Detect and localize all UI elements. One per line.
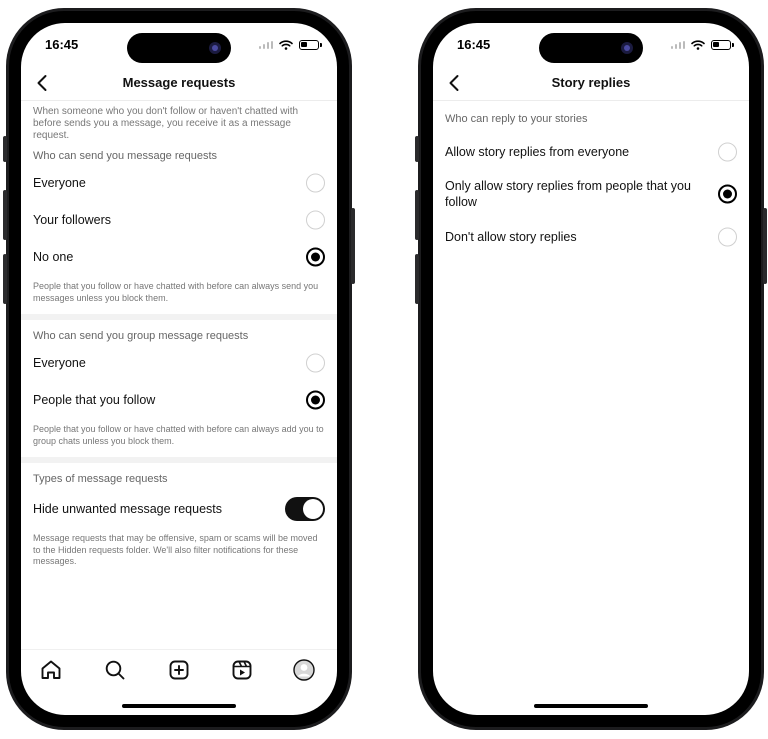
radio-button-selected[interactable] (306, 247, 325, 266)
option-label: Everyone (33, 175, 86, 190)
option-label: No one (33, 249, 74, 264)
option-your-followers[interactable]: Your followers (21, 201, 337, 238)
section-header-types: Types of message requests (33, 473, 168, 485)
nav-header: Story replies (433, 67, 749, 101)
section-header-story-replies: Who can reply to your stories (445, 113, 588, 125)
hide-unwanted-toggle[interactable] (285, 497, 325, 521)
toggle-knob (303, 499, 323, 519)
footnote-group-requests: People that you follow or have chatted w… (33, 424, 324, 446)
power-button (763, 208, 767, 284)
toggle-label: Hide unwanted message requests (33, 502, 223, 516)
story-replies-settings: Who can reply to your stories Allow stor… (433, 101, 749, 255)
option-everyone[interactable]: Everyone (21, 164, 337, 201)
nav-header: Message requests (21, 67, 337, 101)
camera-icon (621, 42, 633, 54)
option-label: Everyone (33, 355, 86, 370)
action-button (415, 136, 419, 162)
section-header-group-requests: Who can send you group message requests (33, 330, 249, 342)
radio-button-selected[interactable] (718, 184, 737, 204)
signal-icon (671, 41, 685, 49)
option-no-replies[interactable]: Don't allow story replies (433, 218, 749, 255)
phone-story-replies: 16:45 Story replies Who can reply to you… (415, 8, 767, 730)
dynamic-island (127, 33, 231, 63)
page-title: Message requests (122, 75, 236, 90)
volume-down-button (415, 254, 419, 304)
option-replies-people-you-follow[interactable]: Only allow story replies from people tha… (433, 170, 749, 218)
option-group-everyone[interactable]: Everyone (21, 344, 337, 381)
status-time: 16:45 (45, 37, 79, 52)
option-label: People that you follow (33, 392, 156, 407)
action-button (3, 136, 7, 162)
radio-button-selected[interactable] (306, 390, 325, 409)
option-label: Don't allow story replies (445, 229, 577, 244)
create-icon[interactable] (167, 658, 191, 682)
radio-button[interactable] (718, 142, 737, 161)
power-button (351, 208, 355, 284)
volume-down-button (3, 254, 7, 304)
option-replies-everyone[interactable]: Allow story replies from everyone (433, 133, 749, 170)
home-icon[interactable] (39, 658, 63, 682)
camera-icon (209, 42, 221, 54)
option-label: Only allow story replies from people tha… (445, 179, 691, 209)
status-bar: 16:45 (21, 23, 337, 67)
volume-up-button (415, 190, 419, 240)
radio-button[interactable] (306, 210, 325, 229)
status-icons (671, 40, 734, 50)
signal-icon (259, 41, 273, 49)
battery-icon (711, 40, 734, 50)
radio-button[interactable] (718, 227, 737, 246)
option-label: Your followers (33, 212, 112, 227)
battery-icon (299, 40, 322, 50)
dynamic-island (539, 33, 643, 63)
status-icons (259, 40, 322, 50)
option-label: Allow story replies from everyone (445, 144, 630, 159)
status-bar: 16:45 (433, 23, 749, 67)
profile-icon[interactable] (292, 658, 316, 682)
footnote-types: Message requests that may be offensive, … (33, 533, 318, 566)
section-header-message-requests: Who can send you message requests (33, 150, 218, 162)
page-title: Story replies (551, 75, 631, 90)
radio-button[interactable] (306, 173, 325, 192)
status-time: 16:45 (457, 37, 491, 52)
intro-text: When someone who you don't follow or hav… (33, 106, 299, 141)
hide-unwanted-requests-row[interactable]: Hide unwanted message requests (21, 487, 337, 531)
option-people-you-follow[interactable]: People that you follow (21, 381, 337, 418)
reels-icon[interactable] (230, 658, 254, 682)
screen: 16:45 Story replies Who can reply to you… (433, 23, 749, 715)
volume-up-button (3, 190, 7, 240)
message-requests-settings: When someone who you don't follow or hav… (21, 101, 337, 568)
screen: 16:45 Message requests When someone who … (21, 23, 337, 715)
radio-button[interactable] (306, 353, 325, 372)
wifi-icon (279, 40, 293, 50)
home-indicator (122, 704, 236, 708)
footnote-message-requests: People that you follow or have chatted w… (33, 281, 319, 303)
wifi-icon (691, 40, 705, 50)
phone-message-requests: 16:45 Message requests When someone who … (3, 8, 355, 730)
search-icon[interactable] (103, 658, 127, 682)
home-indicator (534, 704, 648, 708)
option-no-one[interactable]: No one (21, 238, 337, 275)
bottom-nav (21, 649, 337, 689)
